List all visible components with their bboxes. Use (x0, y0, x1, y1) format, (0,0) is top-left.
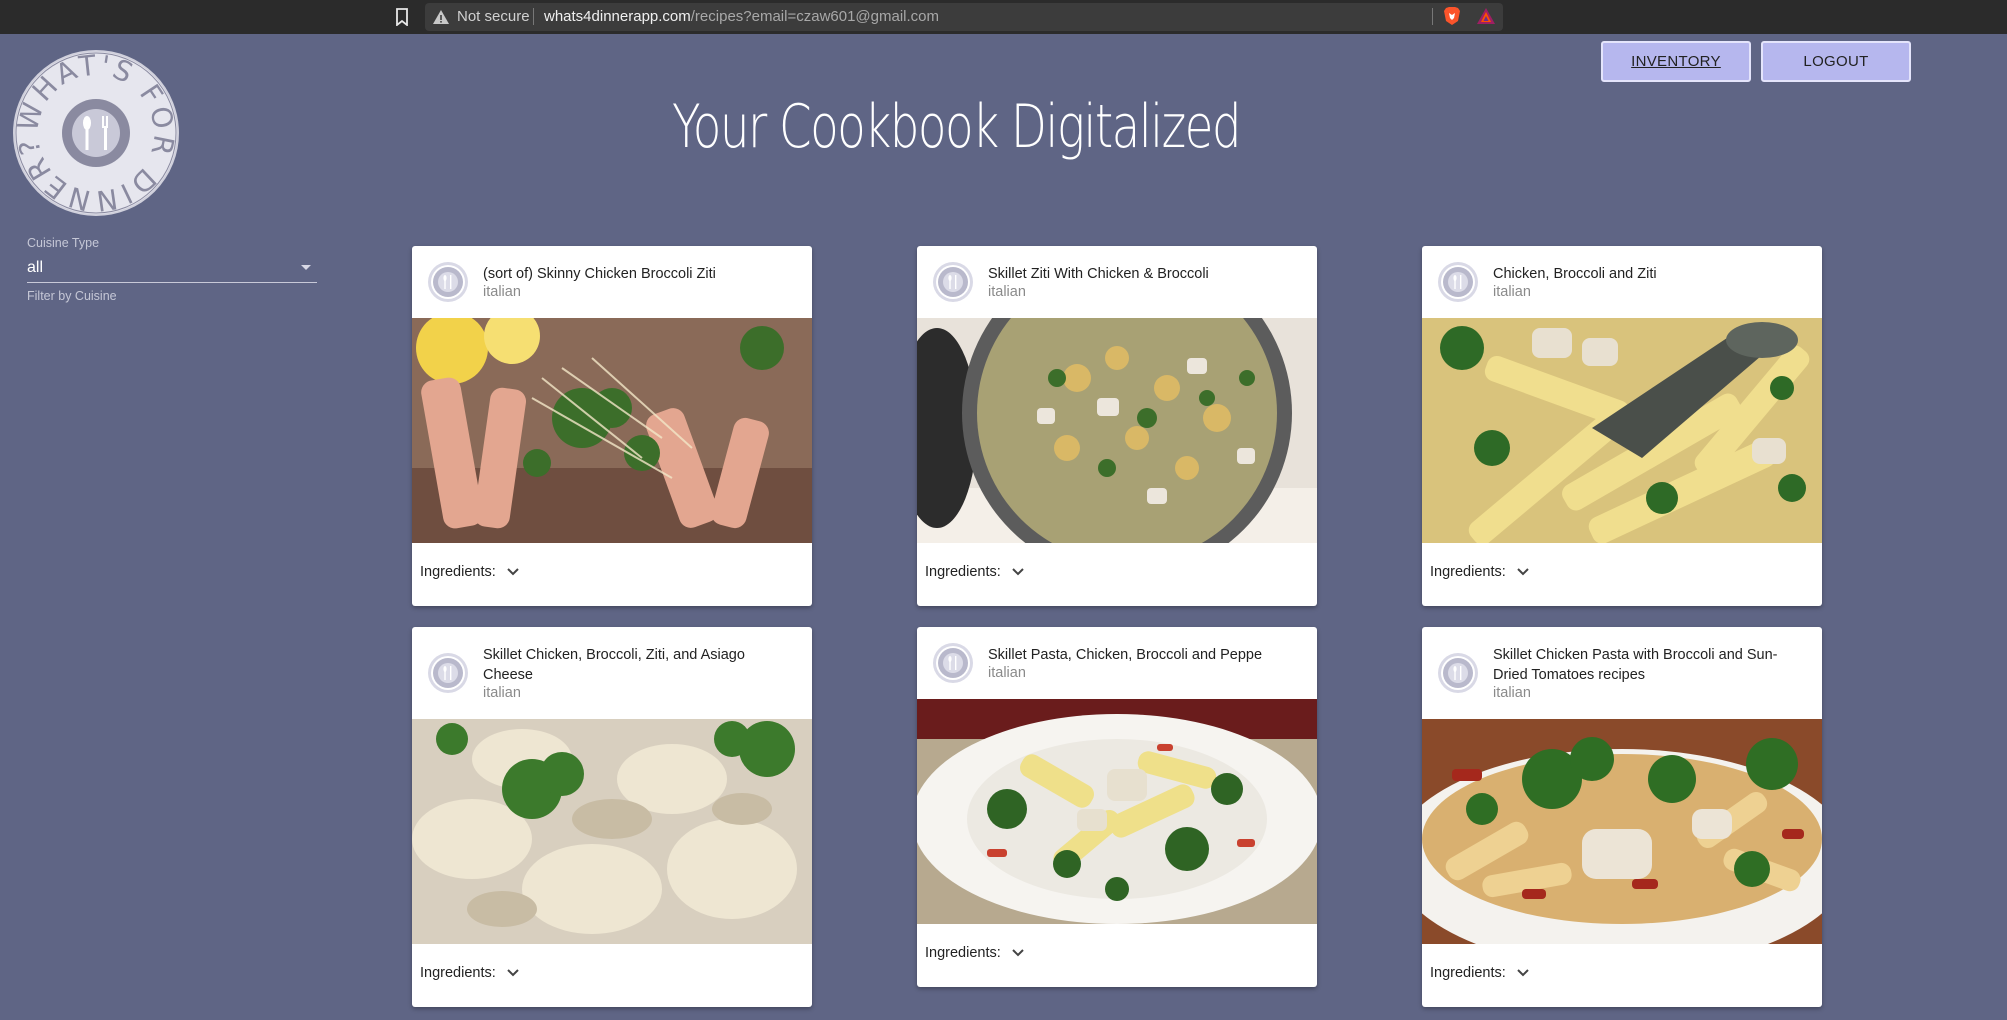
recipe-title: Skillet Pasta, Chicken, Broccoli and Pep… (988, 647, 1263, 663)
chevron-down-icon (1517, 568, 1529, 576)
recipe-title: Chicken, Broccoli and Ziti (1493, 266, 1657, 282)
cuisine-type-label: Cuisine Type (27, 236, 100, 250)
recipe-image (412, 719, 812, 944)
chevron-down-icon (1517, 969, 1529, 977)
ingredients-toggle[interactable]: Ingredients: (1430, 564, 1530, 580)
cuisine-select-value: all (27, 259, 44, 276)
recipe-image (412, 318, 812, 543)
recipe-cuisine: italian (1493, 284, 1531, 300)
url-text[interactable]: whats4dinnerapp.com/recipes?email=czaw60… (544, 8, 939, 25)
ingredients-toggle[interactable]: Ingredients: (925, 564, 1025, 580)
url-divider (533, 8, 534, 25)
recipe-card: Skillet Chicken, Broccoli, Ziti, and Asi… (412, 627, 812, 1007)
not-secure-label[interactable]: Not secure (457, 8, 530, 25)
whats-for-dinner-logo: WHAT'S FOR DINNER? (11, 48, 179, 218)
recipe-avatar-icon (428, 653, 468, 693)
recipe-image (917, 699, 1317, 924)
brave-shield-icon[interactable] (1443, 6, 1461, 26)
chevron-down-icon (1012, 949, 1024, 957)
cuisine-filter-helper: Filter by Cuisine (27, 289, 117, 303)
recipe-image (1422, 719, 1822, 944)
recipe-card: Skillet Chicken Pasta with Broccoli and … (1422, 627, 1822, 1007)
logout-button[interactable]: LOGOUT (1761, 41, 1911, 82)
recipe-image (917, 318, 1317, 543)
ingredients-label: Ingredients: (1430, 564, 1506, 580)
ingredients-toggle[interactable]: Ingredients: (925, 945, 1025, 961)
page-title: Your Cookbook Digitalized (671, 92, 1242, 162)
ingredients-label: Ingredients: (420, 564, 496, 580)
browser-toolbar: Not secure whats4dinnerapp.com/recipes?e… (0, 0, 2007, 34)
chevron-down-icon (507, 568, 519, 576)
recipe-title: (sort of) Skinny Chicken Broccoli Ziti (483, 266, 716, 282)
recipe-avatar-icon (933, 262, 973, 302)
bookmark-icon[interactable] (395, 8, 409, 26)
ingredients-label: Ingredients: (420, 965, 496, 981)
recipe-avatar-icon (1438, 262, 1478, 302)
ingredients-toggle[interactable]: Ingredients: (1430, 965, 1530, 981)
recipe-card: Chicken, Broccoli and Ziti italian Ingre… (1422, 246, 1822, 606)
cuisine-select[interactable]: all (27, 253, 317, 283)
recipe-cuisine: italian (988, 284, 1026, 300)
recipe-avatar-icon (1438, 653, 1478, 693)
recipe-cuisine: italian (988, 665, 1026, 681)
recipe-cuisine: italian (483, 284, 521, 300)
ingredients-label: Ingredients: (925, 945, 1001, 961)
warning-icon[interactable] (432, 8, 450, 26)
inventory-button[interactable]: INVENTORY (1601, 41, 1751, 82)
dropdown-arrow-icon (301, 265, 311, 270)
ingredients-toggle[interactable]: Ingredients: (420, 564, 520, 580)
ingredients-label: Ingredients: (1430, 965, 1506, 981)
recipe-image (1422, 318, 1822, 543)
url-path: /recipes?email=czaw601@gmail.com (690, 8, 940, 25)
chevron-down-icon (1012, 568, 1024, 576)
chevron-down-icon (507, 969, 519, 977)
recipe-card: Skillet Ziti With Chicken & Broccoli ita… (917, 246, 1317, 606)
toolbar-divider (1432, 8, 1433, 25)
recipe-card: (sort of) Skinny Chicken Broccoli Ziti i… (412, 246, 812, 606)
url-host: whats4dinnerapp.com (544, 8, 691, 25)
recipe-avatar-icon (428, 262, 468, 302)
ingredients-label: Ingredients: (925, 564, 1001, 580)
bat-rewards-icon[interactable] (1476, 6, 1496, 26)
recipe-title: Skillet Chicken Pasta with Broccoli and … (1493, 647, 1778, 683)
recipe-cuisine: italian (1493, 685, 1531, 701)
recipe-cuisine: italian (483, 685, 521, 701)
recipe-card: Skillet Pasta, Chicken, Broccoli and Pep… (917, 627, 1317, 987)
ingredients-toggle[interactable]: Ingredients: (420, 965, 520, 981)
recipe-avatar-icon (933, 643, 973, 683)
recipe-title: Skillet Ziti With Chicken & Broccoli (988, 266, 1209, 282)
recipe-title: Skillet Chicken, Broccoli, Ziti, and Asi… (483, 647, 745, 683)
